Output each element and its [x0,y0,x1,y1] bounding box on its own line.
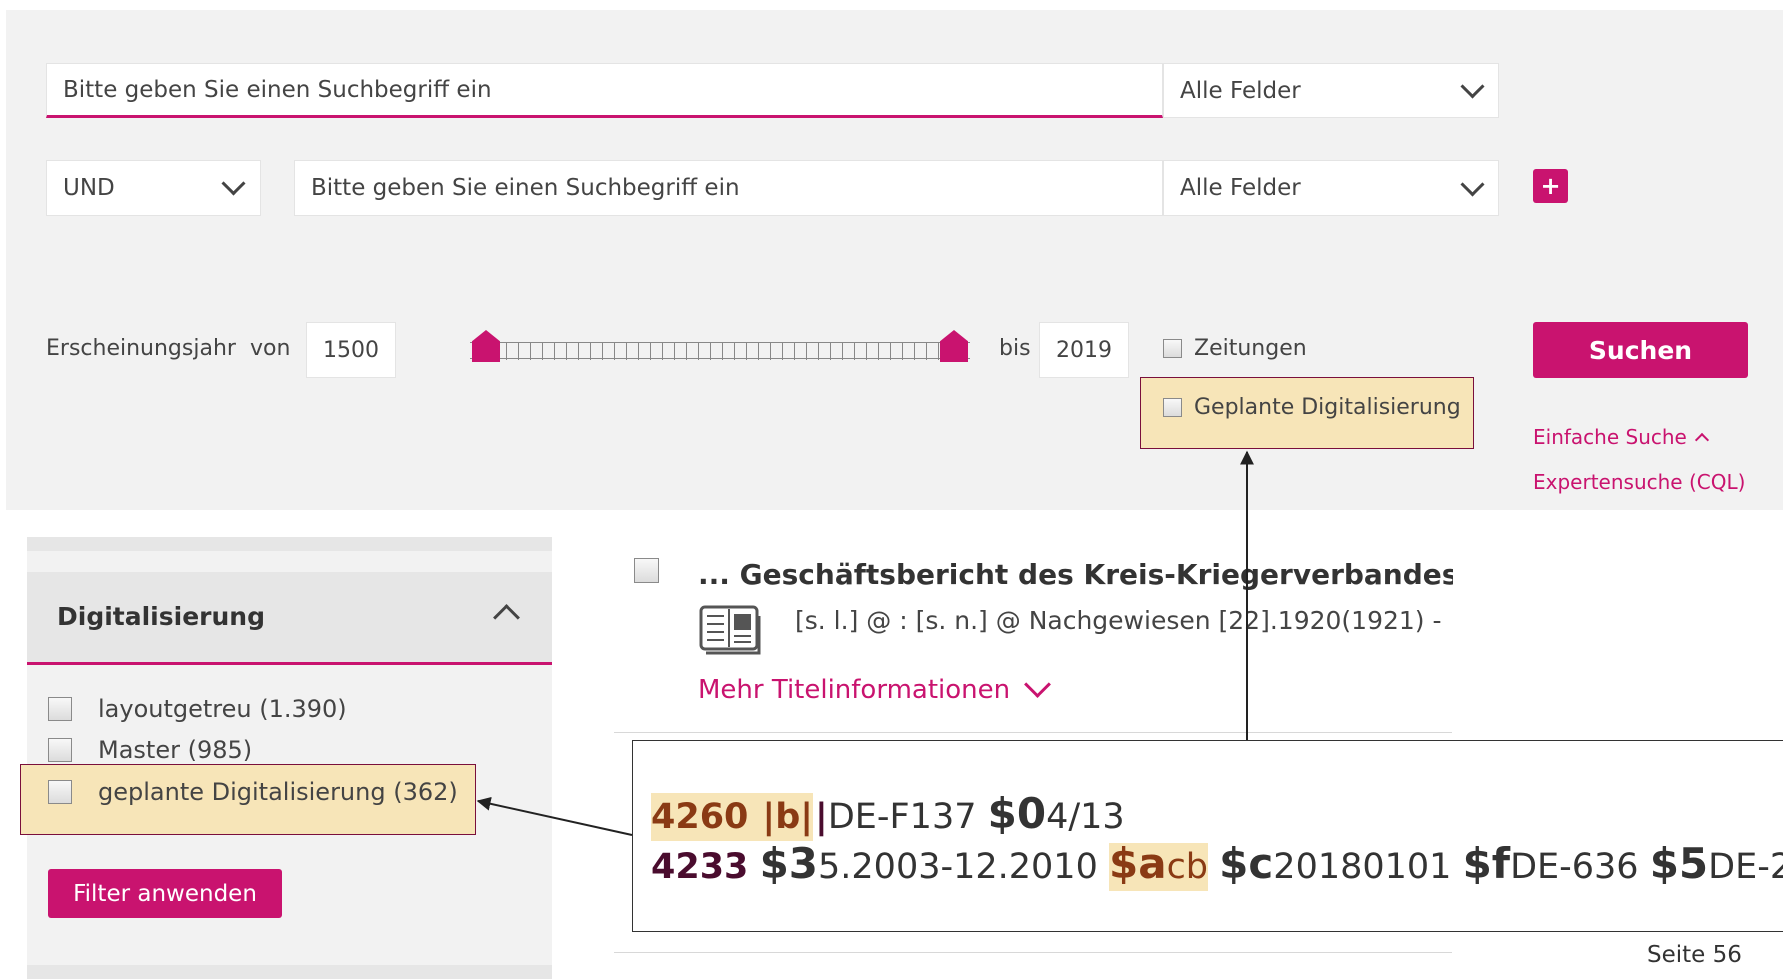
page-number: Seite 56 [1647,942,1742,968]
arrow-to-facet-option [476,796,633,836]
annotation-arrows [476,450,1254,836]
